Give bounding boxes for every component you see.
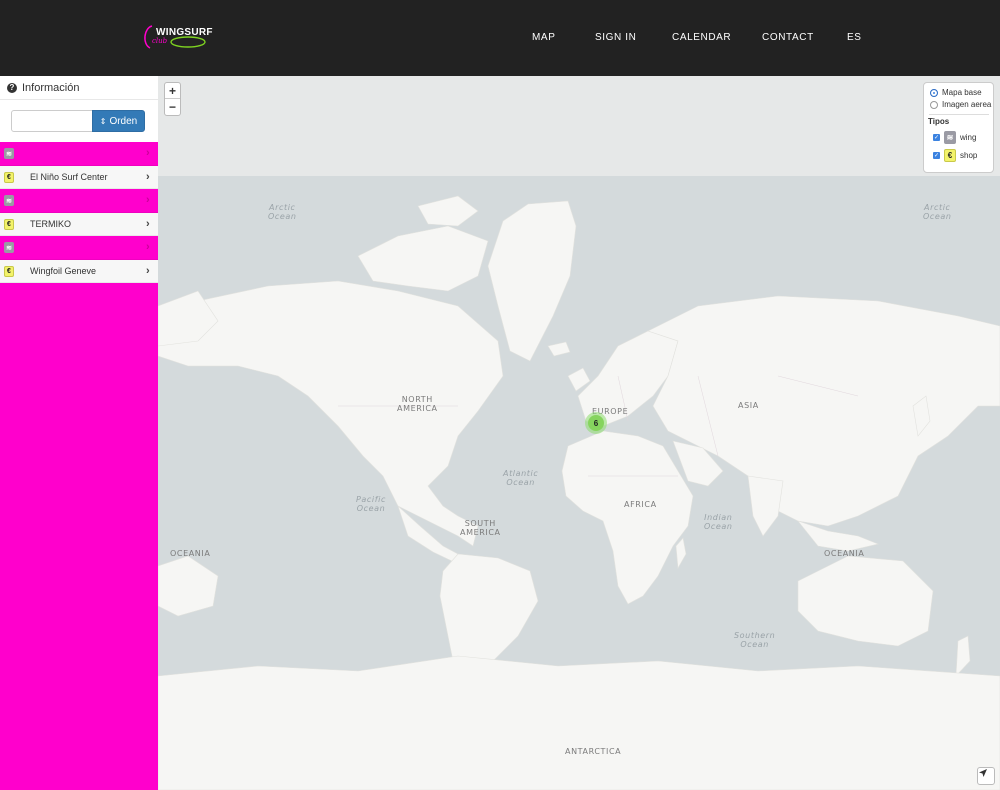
type-shop-option[interactable]: ✓ € shop	[933, 149, 977, 162]
marker-cluster[interactable]: 6	[585, 412, 607, 434]
location-arrow-icon	[979, 769, 987, 777]
type-wing-option[interactable]: ✓ ≋ wing	[933, 131, 976, 144]
wing-icon: ≋	[4, 242, 14, 253]
chevron-right-icon: ›	[146, 217, 150, 230]
shop-icon: €	[944, 149, 956, 162]
list-item[interactable]: ≋ ›	[0, 142, 158, 166]
label-oceania: OCEANIA	[170, 549, 211, 558]
zoom-control: + −	[164, 82, 181, 116]
label-africa: AFRICA	[624, 500, 657, 509]
list-item-label: El Niño Surf Center	[30, 171, 108, 182]
info-title: Información	[22, 81, 80, 94]
label-pacific-ocean: Pacific Ocean	[356, 495, 386, 513]
shop-icon: €	[4, 265, 14, 277]
list-item[interactable]: € Wingfoil Geneve ›	[0, 259, 158, 283]
zoom-in-button[interactable]: +	[165, 83, 180, 99]
search-row: ⇕ Orden	[0, 100, 158, 142]
chevron-right-icon: ›	[146, 241, 150, 254]
nav-sign-in[interactable]: SIGN IN	[595, 32, 636, 43]
map-tiles	[158, 76, 1000, 790]
chevron-right-icon: ›	[146, 170, 150, 183]
list-item[interactable]: € TERMIKO ›	[0, 212, 158, 236]
checkbox-checked-icon[interactable]: ✓	[933, 152, 940, 159]
locate-button[interactable]	[977, 767, 995, 785]
chevron-right-icon: ›	[146, 147, 150, 160]
nav-contact[interactable]: CONTACT	[762, 32, 814, 43]
info-header[interactable]: ? Información	[0, 76, 158, 100]
label-arctic-ocean: Arctic Ocean	[268, 203, 297, 221]
list-item[interactable]: € El Niño Surf Center ›	[0, 165, 158, 189]
type-shop-label: shop	[960, 151, 978, 160]
nav-calendar[interactable]: CALENDAR	[672, 32, 731, 43]
order-button[interactable]: ⇕ Orden	[92, 110, 145, 132]
layer-aerial-label: Imagen aerea	[942, 100, 992, 109]
layer-divider	[929, 114, 989, 115]
order-label: Orden	[109, 115, 138, 127]
layer-control: Mapa base Imagen aerea Tipos ✓ ≋ wing ✓ …	[923, 82, 994, 173]
sidebar: ? Información ⇕ Orden ≋ › € El Niño Surf…	[0, 76, 158, 790]
logo-sub: club	[152, 37, 168, 45]
wing-icon: ≋	[4, 195, 14, 206]
cluster-count: 6	[588, 415, 604, 431]
list-item[interactable]: ≋ ›	[0, 189, 158, 213]
chevron-right-icon: ›	[146, 264, 150, 277]
list-item[interactable]: ≋ ›	[0, 236, 158, 260]
label-asia: ASIA	[738, 401, 759, 410]
label-indian-ocean: Indian Ocean	[704, 513, 733, 531]
radio-checked-icon[interactable]	[930, 88, 938, 97]
label-oceania: OCEANIA	[824, 549, 865, 558]
nav-map[interactable]: MAP	[532, 32, 555, 43]
shop-icon: €	[4, 218, 14, 230]
layer-aerial-option[interactable]: Imagen aerea	[930, 100, 991, 109]
chevron-right-icon: ›	[146, 194, 150, 207]
list-item-label: Wingfoil Geneve	[30, 265, 97, 276]
sort-icon: ⇕	[99, 116, 107, 126]
checkbox-checked-icon[interactable]: ✓	[933, 134, 940, 141]
wing-icon: ≋	[4, 148, 14, 159]
label-southern-ocean: Southern Ocean	[734, 631, 776, 649]
label-south-america: SOUTH AMERICA	[460, 519, 501, 537]
layer-base-option[interactable]: Mapa base	[930, 88, 982, 97]
search-input[interactable]	[11, 110, 93, 132]
label-atlantic-ocean: Atlantic Ocean	[503, 469, 539, 487]
types-title: Tipos	[928, 117, 950, 126]
wing-icon: ≋	[944, 131, 956, 144]
logo[interactable]: WINGSURF club	[140, 22, 213, 54]
shop-icon: €	[4, 171, 14, 183]
label-arctic-ocean: Arctic Ocean	[923, 203, 952, 221]
label-antarctica: ANTARCTICA	[565, 747, 622, 756]
zoom-out-button[interactable]: −	[165, 99, 180, 115]
world-map[interactable]: Arctic Ocean Arctic Ocean NORTH AMERICA …	[158, 76, 1000, 790]
layer-base-label: Mapa base	[942, 88, 982, 97]
top-navbar: WINGSURF club MAP SIGN IN CALENDAR CONTA…	[0, 0, 1000, 76]
radio-unchecked-icon[interactable]	[930, 100, 938, 109]
list-item-label: TERMIKO	[30, 218, 72, 229]
question-circle-icon: ?	[7, 82, 17, 93]
type-wing-label: wing	[960, 133, 977, 142]
label-north-america: NORTH AMERICA	[397, 395, 438, 413]
nav-language[interactable]: ES	[847, 32, 862, 43]
